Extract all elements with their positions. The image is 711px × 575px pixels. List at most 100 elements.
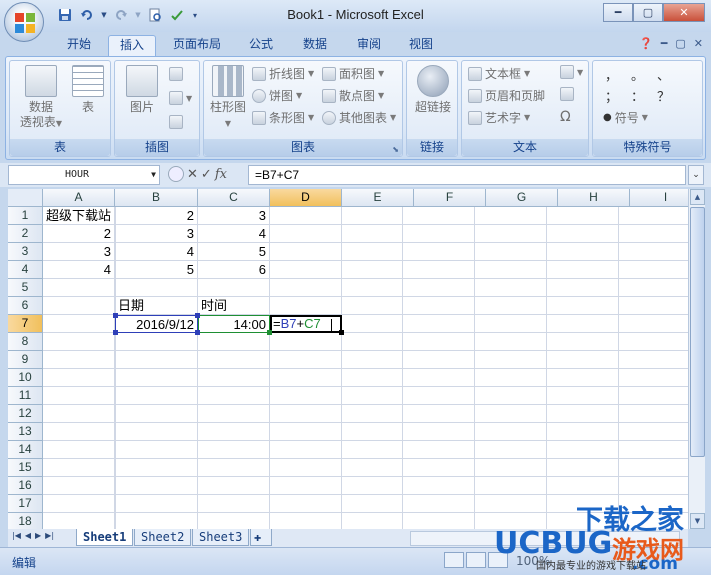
normal-view-icon[interactable] — [444, 552, 464, 568]
row-header-12[interactable]: 12 — [8, 405, 43, 423]
scatter-chart-button[interactable]: 散点图 ▼ — [322, 87, 384, 104]
tab-formulas[interactable]: 公式 — [240, 35, 282, 56]
tab-page-layout[interactable]: 页面布局 — [166, 35, 228, 56]
row-header-4[interactable]: 4 — [8, 261, 43, 279]
column-header-b[interactable]: B — [115, 189, 198, 207]
formula-resize-icon[interactable] — [168, 166, 184, 182]
formula-input[interactable]: =B7+C7 — [248, 165, 686, 185]
enter-icon[interactable]: ✓ — [201, 167, 212, 182]
next-sheet-icon[interactable]: ▶ — [35, 531, 41, 540]
minimize-workbook-icon[interactable]: ━ — [661, 37, 668, 50]
row-header-1[interactable]: 1 — [8, 207, 43, 225]
symbol-button[interactable]: ● 符号 ▼ — [603, 109, 648, 126]
column-header-f[interactable]: F — [414, 189, 486, 207]
name-box[interactable]: HOUR ▼ — [8, 165, 160, 185]
symbol-dunhao[interactable]: 、 — [657, 65, 670, 84]
cell-d7-active[interactable]: =B7+C7 — [270, 315, 342, 333]
restore-workbook-icon[interactable]: ▢ — [675, 37, 685, 50]
cancel-icon[interactable]: ✕ — [187, 167, 198, 182]
fill-handle[interactable] — [339, 330, 344, 335]
row-header-18[interactable]: 18 — [8, 513, 43, 529]
row-header-17[interactable]: 17 — [8, 495, 43, 513]
range-handle[interactable] — [195, 330, 200, 335]
prev-sheet-icon[interactable]: ◀ — [25, 531, 31, 540]
vertical-scrollbar[interactable]: ▲ ▼ — [688, 189, 705, 529]
first-sheet-icon[interactable]: |◀ — [12, 531, 21, 540]
sheet-tab-sheet1[interactable]: Sheet1 — [76, 529, 134, 546]
select-all-corner[interactable] — [8, 189, 43, 207]
symbol-period[interactable]: 。 — [631, 65, 644, 84]
wordart-button[interactable]: 艺术字 ▼ — [468, 109, 530, 126]
row-header-11[interactable]: 11 — [8, 387, 43, 405]
row-header-6[interactable]: 6 — [8, 297, 43, 315]
range-handle[interactable] — [113, 313, 118, 318]
bar-chart-button[interactable]: 条形图 ▼ — [252, 109, 314, 126]
cell-a2[interactable]: 2 — [43, 225, 115, 243]
range-handle[interactable] — [195, 313, 200, 318]
clipart-button[interactable] — [169, 67, 183, 81]
smartart-button[interactable] — [169, 115, 183, 129]
range-handle[interactable] — [113, 330, 118, 335]
last-sheet-icon[interactable]: ▶| — [45, 531, 54, 540]
cell-b3[interactable]: 4 — [115, 243, 198, 261]
column-header-g[interactable]: G — [486, 189, 558, 207]
pivot-table-button[interactable]: 数据 透视表▼ — [16, 65, 66, 131]
cell-a1[interactable]: 超级下载站 — [43, 207, 115, 225]
cell-c3[interactable]: 5 — [198, 243, 270, 261]
shapes-button[interactable]: ▼ — [169, 91, 192, 105]
column-header-i[interactable]: I — [630, 189, 688, 207]
hyperlink-button[interactable]: 超链接 — [411, 65, 455, 115]
column-header-c[interactable]: C — [198, 189, 270, 207]
line-chart-button[interactable]: 折线图 ▼ — [252, 65, 314, 82]
name-box-dropdown-icon[interactable]: ▼ — [151, 166, 156, 184]
textbox-button[interactable]: 文本框 ▼ — [468, 65, 530, 82]
column-header-h[interactable]: H — [558, 189, 630, 207]
row-header-10[interactable]: 10 — [8, 369, 43, 387]
restore-button[interactable]: ▢ — [633, 3, 663, 22]
page-layout-view-icon[interactable] — [466, 552, 486, 568]
symbol-question[interactable]: ？ — [657, 86, 670, 105]
tab-home[interactable]: 开始 — [58, 35, 100, 56]
object-button[interactable] — [560, 87, 574, 101]
header-footer-button[interactable]: 页眉和页脚 — [468, 87, 545, 104]
sheet-tab-sheet3[interactable]: Sheet3 — [192, 529, 250, 546]
close-button[interactable]: ✕ — [663, 3, 705, 22]
cell-c4[interactable]: 6 — [198, 261, 270, 279]
cell-b1[interactable]: 2 — [115, 207, 198, 225]
column-header-d[interactable]: D — [270, 189, 342, 207]
tab-insert[interactable]: 插入 — [108, 35, 156, 56]
close-workbook-icon[interactable]: ✕ — [694, 37, 703, 50]
row-header-9[interactable]: 9 — [8, 351, 43, 369]
tab-review[interactable]: 审阅 — [348, 35, 390, 56]
range-handle[interactable] — [267, 330, 272, 335]
sheet-tab-sheet2[interactable]: Sheet2 — [134, 529, 192, 546]
symbol-omega-button[interactable]: Ω — [560, 109, 571, 125]
cell-a3[interactable]: 3 — [43, 243, 115, 261]
row-header-3[interactable]: 3 — [8, 243, 43, 261]
other-charts-button[interactable]: 其他图表 ▼ — [322, 109, 396, 126]
cell-c1[interactable]: 3 — [198, 207, 270, 225]
row-header-7[interactable]: 7 — [8, 315, 43, 333]
cell-b4[interactable]: 5 — [115, 261, 198, 279]
symbol-semicolon[interactable]: ； — [605, 86, 618, 105]
cell-b7[interactable]: 2016/9/12 — [115, 315, 198, 333]
column-chart-button[interactable]: 柱形图 ▼ — [208, 65, 248, 131]
expand-formula-bar-icon[interactable]: ⌄ — [688, 165, 704, 185]
row-header-5[interactable]: 5 — [8, 279, 43, 297]
row-header-13[interactable]: 13 — [8, 423, 43, 441]
minimize-button[interactable]: ━ — [603, 3, 633, 22]
dialog-launcher-icon[interactable]: ⬊ — [392, 145, 399, 154]
picture-button[interactable]: 图片 — [121, 65, 163, 115]
tab-view[interactable]: 视图 — [400, 35, 442, 56]
insert-function-icon[interactable]: fx — [215, 167, 227, 182]
help-icon[interactable]: ❓ — [639, 37, 653, 50]
scroll-up-icon[interactable]: ▲ — [690, 189, 705, 205]
symbol-comma[interactable]: ， — [605, 65, 618, 84]
column-header-e[interactable]: E — [342, 189, 414, 207]
row-header-16[interactable]: 16 — [8, 477, 43, 495]
table-button[interactable]: 表 — [70, 65, 106, 115]
cell-b6[interactable]: 日期 — [115, 297, 198, 315]
cell-c6[interactable]: 时间 — [198, 297, 270, 315]
column-header-a[interactable]: A — [43, 189, 115, 207]
cell-c2[interactable]: 4 — [198, 225, 270, 243]
